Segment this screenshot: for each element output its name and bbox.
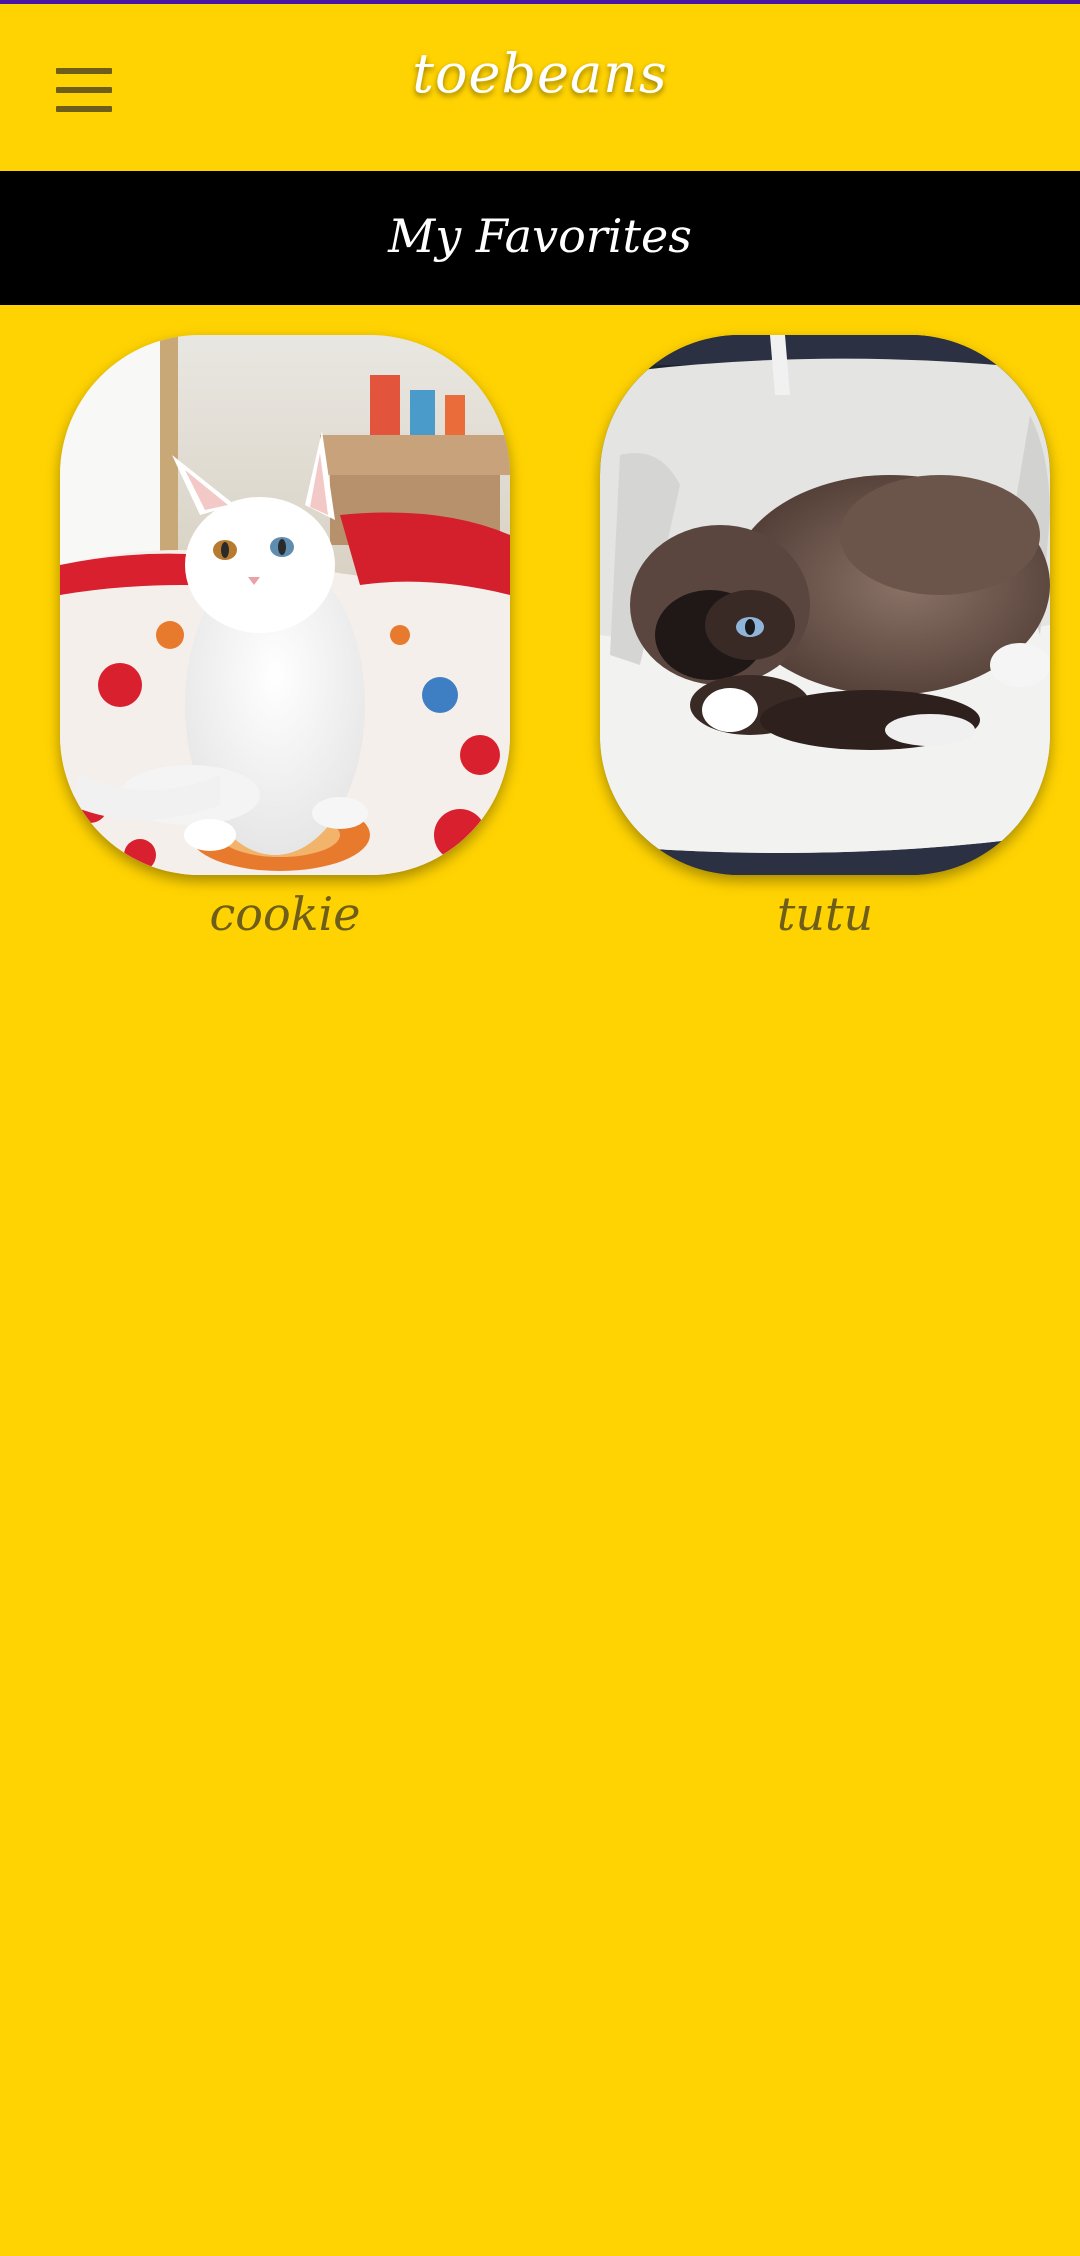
app-title: toebeans [412,42,668,105]
pet-photo [60,335,510,875]
pet-photo [600,335,1050,875]
pet-name: tutu [776,887,874,941]
pet-name: cookie [209,887,361,941]
section-header: My Favorites [0,171,1080,305]
favorite-card-cookie[interactable]: cookie [60,335,510,941]
favorite-card-tutu[interactable]: tutu [600,335,1050,941]
app-bar: toebeans [0,4,1080,171]
page-title: My Favorites [388,209,692,263]
